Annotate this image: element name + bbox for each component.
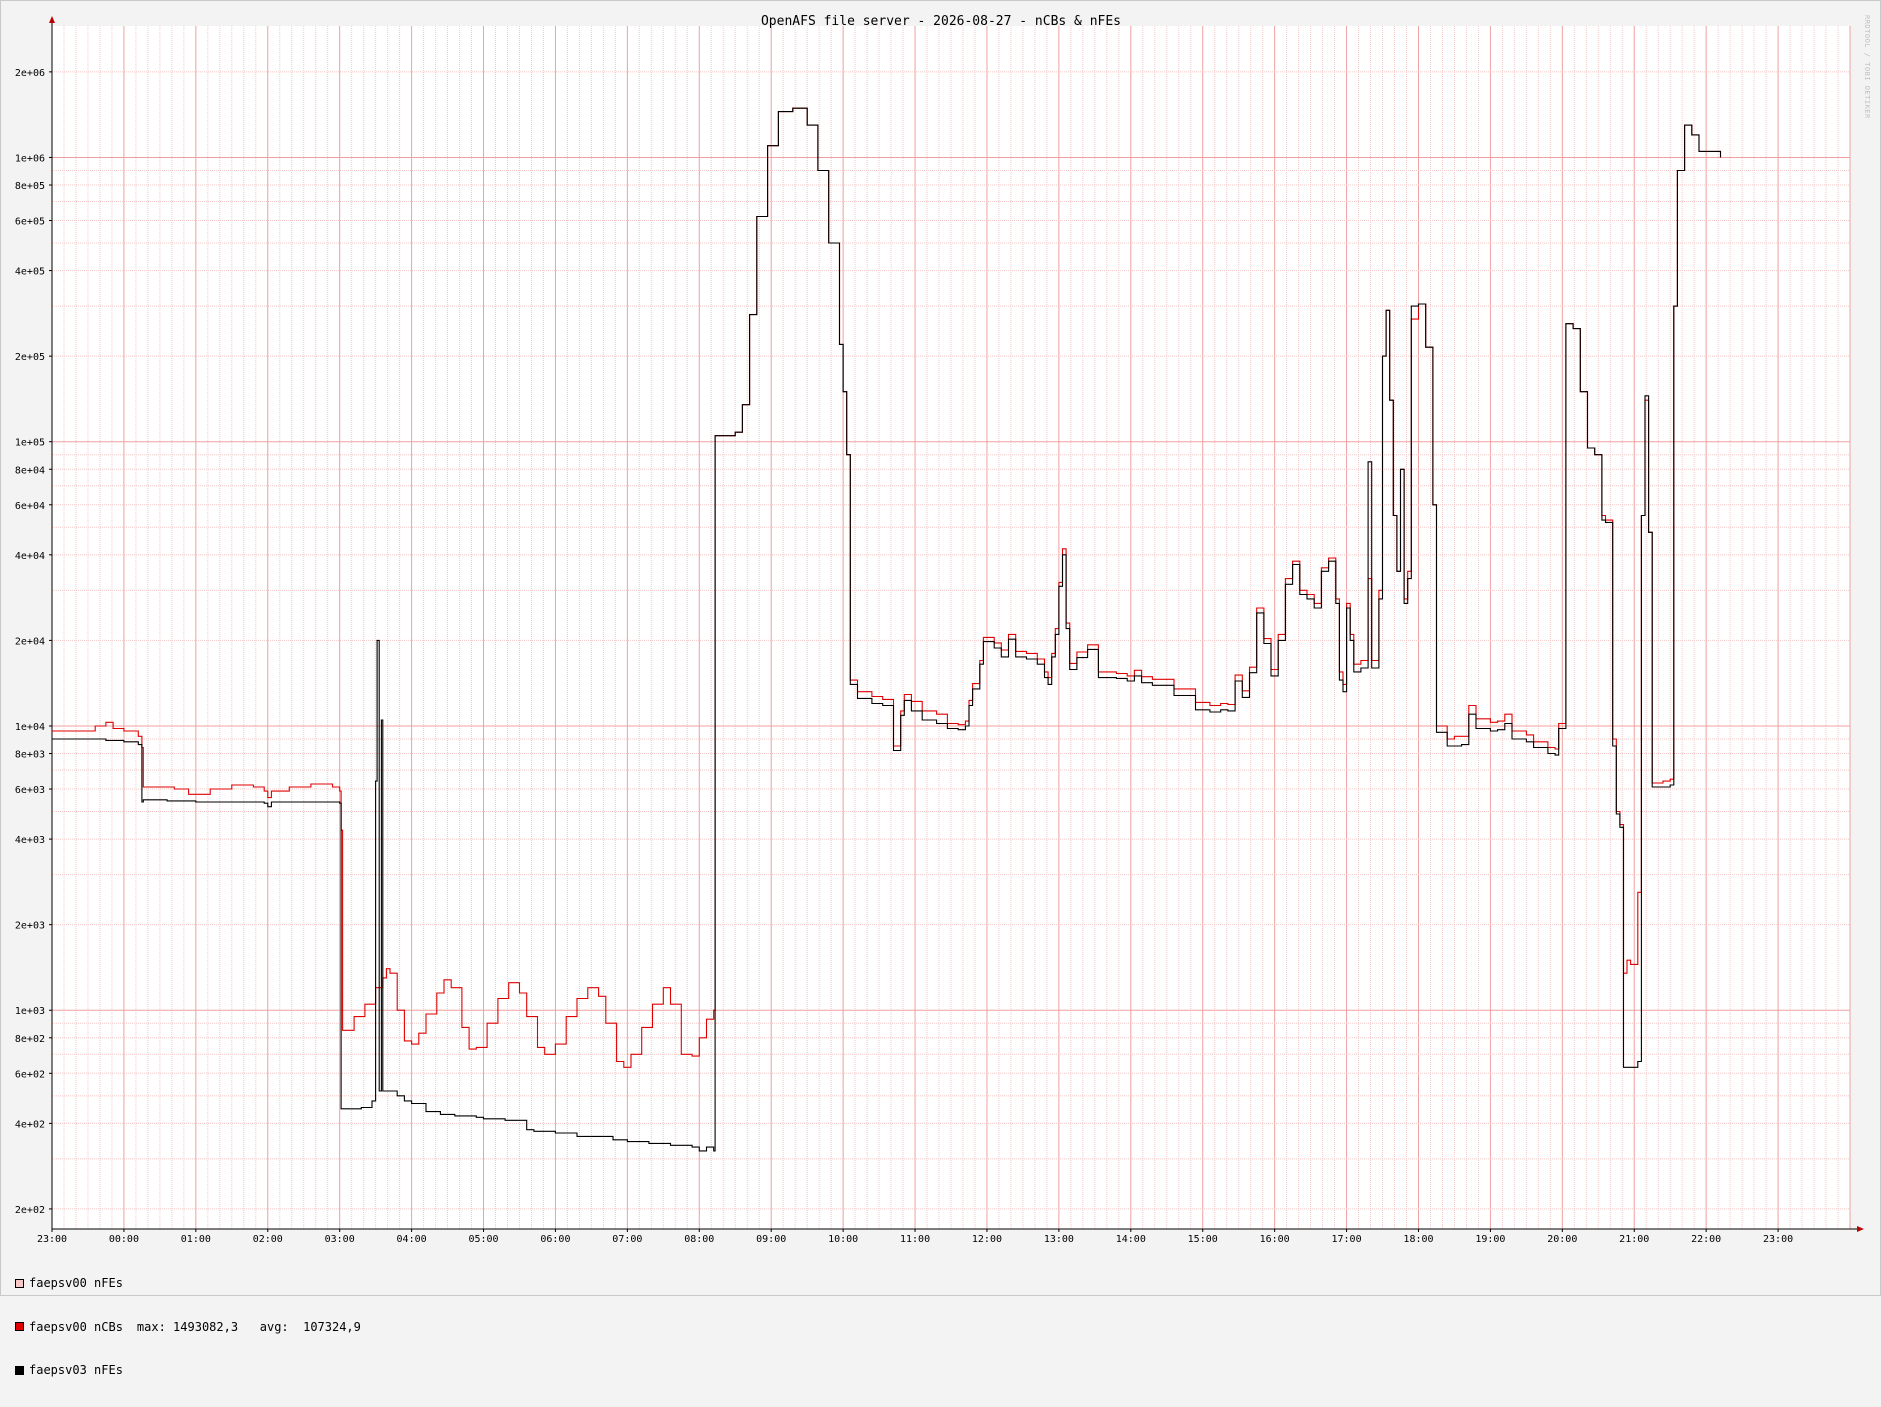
legend-swatch-faepsv00-nfes [15, 1278, 24, 1288]
legend-item-faepsv00-nfes: faepsv00 nFEs [15, 1276, 361, 1291]
legend: faepsv00 nFEs faepsv00 nCBs max: 1493082… [15, 1247, 361, 1407]
y-tick-label: 8e+04 [15, 465, 45, 476]
x-tick-label: 09:00 [756, 1234, 786, 1245]
y-tick-label: 6e+03 [15, 785, 45, 796]
y-tick-label: 4e+02 [15, 1119, 45, 1130]
x-tick-label: 22:00 [1691, 1234, 1721, 1245]
x-tick-label: 05:00 [468, 1234, 498, 1245]
y-tick-label: 2e+02 [15, 1205, 45, 1216]
x-tick-label: 18:00 [1403, 1234, 1433, 1245]
legend-item-faepsv03-nfes: faepsv03 nFEs [15, 1363, 361, 1378]
x-tick-label: 16:00 [1260, 1234, 1290, 1245]
x-tick-label: 07:00 [612, 1234, 642, 1245]
y-tick-label: 8e+03 [15, 750, 45, 761]
x-tick-label: 10:00 [828, 1234, 858, 1245]
x-tick-label: 13:00 [1044, 1234, 1074, 1245]
y-tick-label: 1e+03 [15, 1006, 45, 1017]
x-tick-label: 03:00 [325, 1234, 355, 1245]
legend-swatch-faepsv00-ncbs [15, 1322, 24, 1332]
legend-item-faepsv00-ncbs: faepsv00 nCBs max: 1493082,3 avg: 107324… [15, 1320, 361, 1335]
y-tick-label: 2e+06 [15, 68, 45, 79]
y-tick-label: 2e+05 [15, 352, 45, 363]
y-tick-label: 1e+04 [15, 722, 45, 733]
y-tick-label: 2e+04 [15, 636, 45, 647]
y-tick-label: 6e+04 [15, 501, 45, 512]
y-tick-label: 1e+06 [15, 153, 45, 164]
x-tick-label: 04:00 [397, 1234, 427, 1245]
y-tick-label: 4e+03 [15, 835, 45, 846]
graph-frame: OpenAFS file server - 2026-08-27 - nCBs … [0, 0, 1881, 1377]
x-tick-label: 01:00 [181, 1234, 211, 1245]
x-tick-label: 06:00 [540, 1234, 570, 1245]
y-tick-label: 4e+05 [15, 267, 45, 278]
y-tick-label: 1e+05 [15, 438, 45, 449]
x-tick-label: 11:00 [900, 1234, 930, 1245]
x-axis-arrow [1857, 1226, 1864, 1232]
rrdtool-watermark: RRDTOOL / TOBI OETIKER [1863, 15, 1871, 119]
x-tick-label: 08:00 [684, 1234, 714, 1245]
chart-title: OpenAFS file server - 2026-08-27 - nCBs … [761, 14, 1121, 29]
x-tick-label: 15:00 [1188, 1234, 1218, 1245]
chart-canvas: OpenAFS file server - 2026-08-27 - nCBs … [15, 14, 1864, 1245]
y-tick-label: 4e+04 [15, 551, 45, 562]
x-tick-label: 17:00 [1332, 1234, 1362, 1245]
x-tick-label: 23:00 [1763, 1234, 1793, 1245]
x-tick-label: 12:00 [972, 1234, 1002, 1245]
legend-stats-faepsv00-ncbs: max: 1493082,3 avg: 107324,9 [136, 1319, 361, 1334]
x-tick-label: 23:00 [37, 1234, 67, 1245]
legend-label-faepsv00-ncbs: faepsv00 nCBs [29, 1319, 123, 1334]
x-tick-label: 19:00 [1475, 1234, 1505, 1245]
x-tick-label: 00:00 [109, 1234, 139, 1245]
y-axis-arrow [49, 16, 55, 23]
x-tick-label: 14:00 [1116, 1234, 1146, 1245]
y-tick-label: 6e+05 [15, 217, 45, 228]
y-tick-label: 8e+02 [15, 1034, 45, 1045]
y-tick-label: 2e+03 [15, 921, 45, 932]
y-tick-label: 8e+05 [15, 181, 45, 192]
legend-label-faepsv00-nfes: faepsv00 nFEs [29, 1276, 123, 1290]
legend-swatch-faepsv03-nfes [15, 1365, 24, 1375]
x-tick-label: 21:00 [1619, 1234, 1649, 1245]
x-tick-label: 02:00 [253, 1234, 283, 1245]
legend-label-faepsv03-nfes: faepsv03 nFEs [29, 1363, 123, 1377]
y-tick-label: 6e+02 [15, 1069, 45, 1080]
x-tick-label: 20:00 [1547, 1234, 1577, 1245]
